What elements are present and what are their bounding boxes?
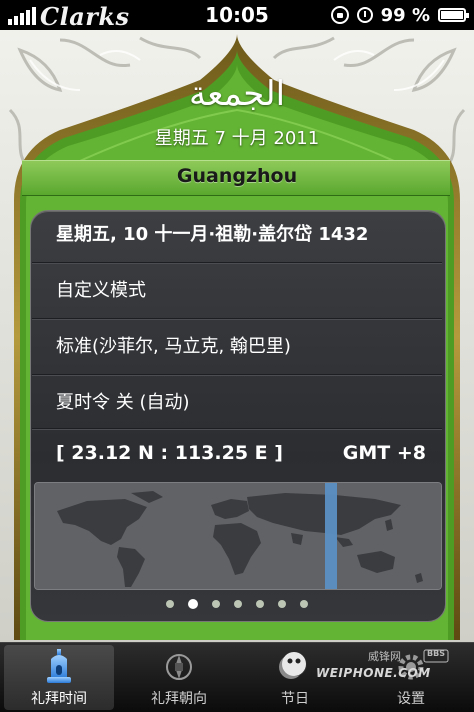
world-map[interactable] <box>34 482 442 590</box>
page-indicator[interactable] <box>0 599 474 614</box>
tab-label: 节日 <box>281 691 309 707</box>
prayer-times-screen: الجمعة 星期五 7 十月 2011 Guangzhou 星期五, 10 十… <box>0 30 474 642</box>
tab-label: 设置 <box>397 691 425 707</box>
tab-label: 礼拜时间 <box>31 691 87 707</box>
tab-prayer-times[interactable]: 礼拜时间 <box>4 645 114 710</box>
compass-icon <box>166 654 192 680</box>
gmt-offset: GMT +8 <box>342 442 426 464</box>
daylight-saving-row[interactable]: 夏时令 关 (自动) <box>56 388 426 414</box>
location-row[interactable]: [ 23.12 N : 113.25 E ] GMT +8 <box>56 442 426 464</box>
watermark-badge: BBS <box>427 649 445 658</box>
page-dot[interactable] <box>300 600 308 608</box>
page-dot[interactable] <box>256 600 264 608</box>
timezone-highlight <box>325 483 337 589</box>
page-dot[interactable] <box>234 600 242 608</box>
row-divider <box>32 428 442 430</box>
page-dot[interactable] <box>212 600 220 608</box>
orientation-lock-icon <box>330 6 349 24</box>
watermark-text: WEIPHONE.COM <box>316 666 431 680</box>
watermark-cn-text: 威锋网 <box>368 650 401 663</box>
status-bar: Clarks 10:05 99 % <box>0 0 474 31</box>
battery-icon <box>438 8 469 22</box>
tab-qibla[interactable]: 礼拜朝向 <box>124 645 234 710</box>
row-divider <box>32 262 442 264</box>
coordinates: [ 23.12 N : 113.25 E ] <box>56 442 283 464</box>
juristic-method-row[interactable]: 标准(沙菲尔, 马立克, 翰巴里) <box>56 332 426 358</box>
row-divider <box>32 374 442 376</box>
battery-percent: 99 % <box>380 4 430 26</box>
hijri-day-name: الجمعة <box>188 74 286 114</box>
mosque-lamp-icon <box>47 649 71 683</box>
tab-label: 礼拜朝向 <box>151 691 207 707</box>
page-dot[interactable] <box>278 600 286 608</box>
world-map-graphic <box>35 483 441 589</box>
status-indicators: 99 % <box>330 4 469 26</box>
row-divider <box>32 318 442 320</box>
hijri-date-row[interactable]: 星期五, 10 十一月·祖勒·盖尔岱 1432 <box>56 220 426 246</box>
page-dot[interactable] <box>166 600 174 608</box>
gregorian-date: 星期五 7 十月 2011 <box>154 128 320 149</box>
alarm-icon <box>356 7 373 23</box>
calculation-mode-row[interactable]: 自定义模式 <box>56 276 426 302</box>
city-name[interactable]: Guangzhou <box>0 165 474 187</box>
page-dot-active[interactable] <box>188 599 198 609</box>
